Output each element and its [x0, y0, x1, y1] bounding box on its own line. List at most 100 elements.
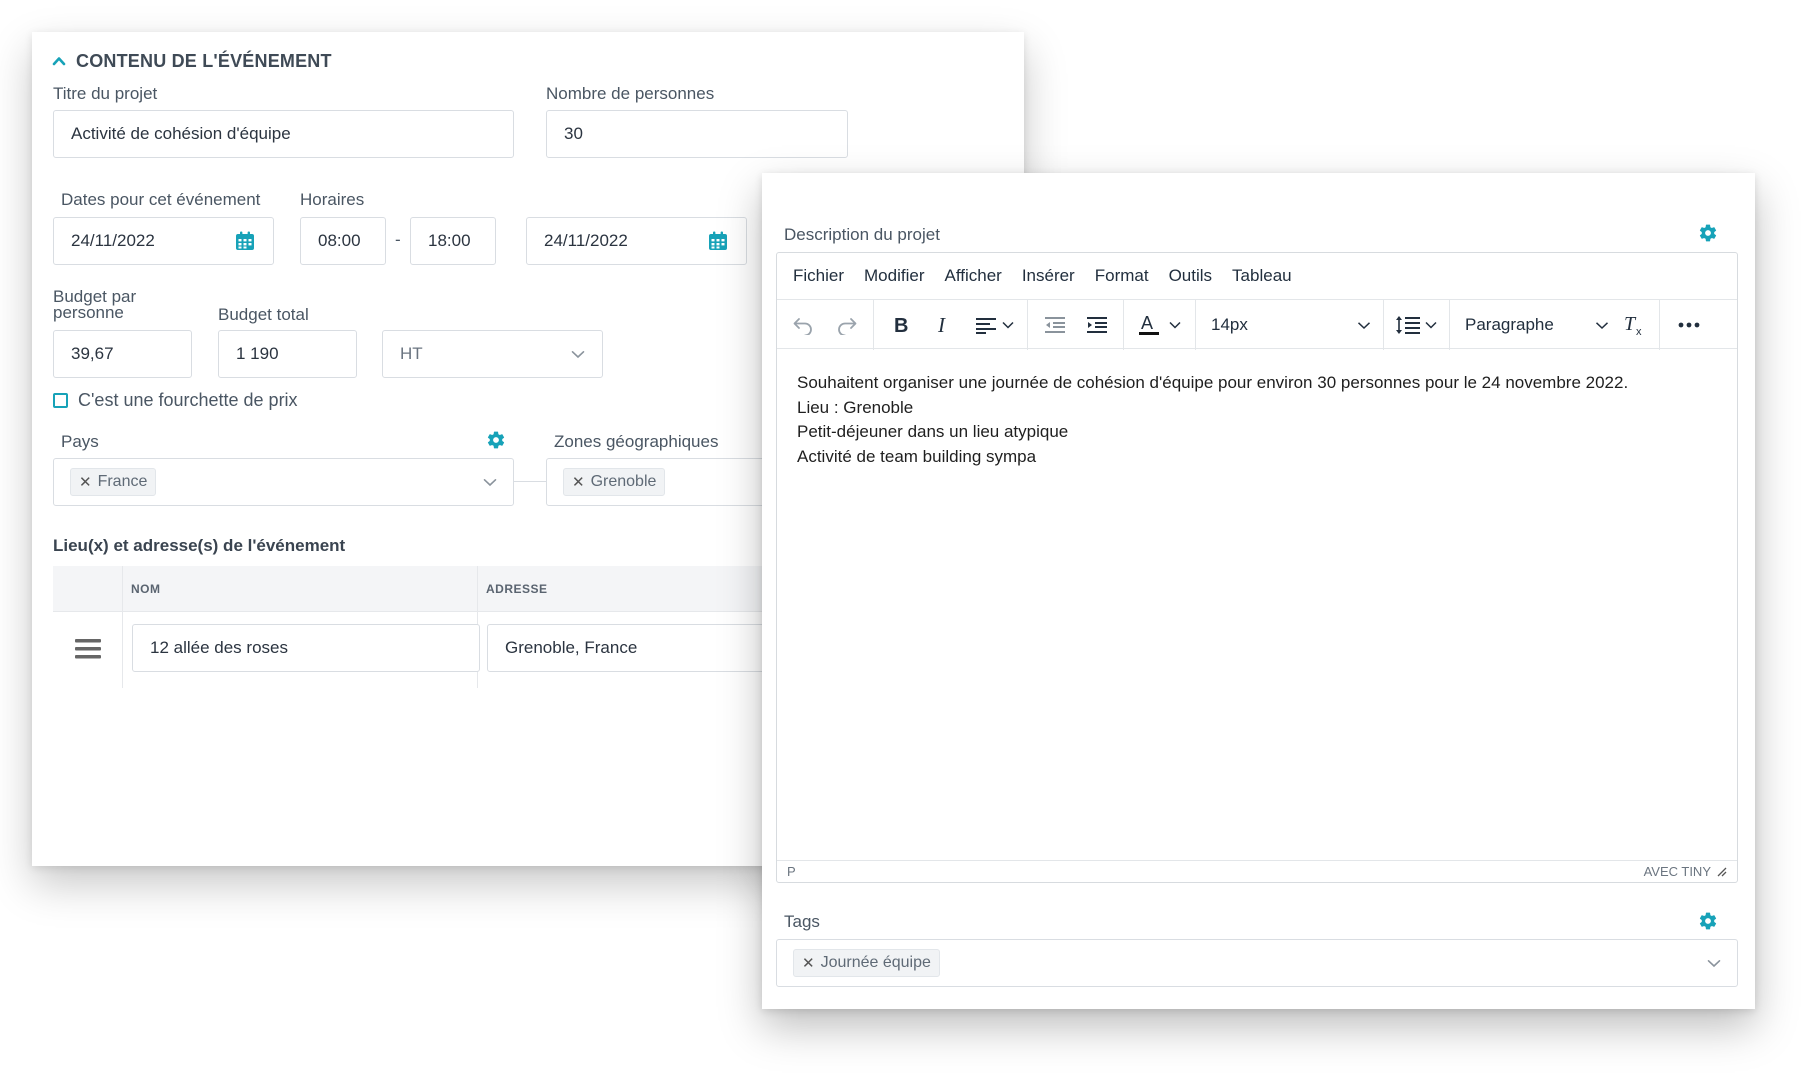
budget-total-value: 1 190: [236, 344, 279, 363]
people-input[interactable]: 30: [546, 110, 848, 158]
col-name-header: NOM: [131, 582, 161, 596]
price-range-checkbox-row[interactable]: C'est une fourchette de prix: [53, 390, 298, 411]
drag-handle-icon[interactable]: [75, 638, 101, 660]
project-title-value: Activité de cohésion d'équipe: [71, 124, 291, 143]
gear-icon[interactable]: [1698, 911, 1718, 931]
toolbar-divider: [1383, 300, 1384, 350]
toolbar-divider: [1195, 300, 1196, 350]
indent-button[interactable]: [1077, 300, 1117, 350]
description-panel: Description du projet Fichier Modifier A…: [762, 173, 1755, 1009]
menu-edit[interactable]: Modifier: [864, 266, 924, 286]
menu-tools[interactable]: Outils: [1169, 266, 1212, 286]
tax-mode-value: HT: [400, 344, 423, 363]
align-dropdown[interactable]: [967, 300, 1021, 350]
text-color-icon: A: [1139, 314, 1159, 335]
clear-format-button[interactable]: Tx: [1615, 300, 1653, 350]
chevron-up-icon[interactable]: [52, 54, 66, 68]
editor-toolbar: B I A 14px Paragraphe T x: [777, 299, 1737, 350]
venues-table-header: NOM ADRESSE: [53, 566, 793, 612]
clear-format-icon: Tx: [1624, 314, 1642, 336]
toolbar-divider: [1027, 300, 1028, 350]
section-title: CONTENU DE L'ÉVÉNEMENT: [76, 50, 332, 71]
toolbar-divider: [1659, 300, 1660, 350]
zone-tag-label: Grenoble: [590, 473, 657, 490]
end-time-input[interactable]: 18:00: [410, 217, 496, 265]
rich-text-editor: Fichier Modifier Afficher Insérer Format…: [776, 252, 1738, 883]
outdent-button[interactable]: [1035, 300, 1075, 350]
font-size-select[interactable]: 14px: [1211, 300, 1371, 350]
price-range-checkbox[interactable]: [53, 393, 68, 408]
tags-label: Tags: [784, 912, 820, 931]
line-height-dropdown[interactable]: [1389, 300, 1443, 350]
close-icon[interactable]: ✕: [802, 954, 815, 972]
country-tag: ✕ France: [70, 468, 157, 496]
menu-insert[interactable]: Insérer: [1022, 266, 1075, 286]
toolbar-divider: [1123, 300, 1124, 350]
content-line: Lieu : Grenoble: [797, 397, 914, 417]
price-range-label: C'est une fourchette de prix: [78, 390, 298, 410]
description-label: Description du projet: [784, 225, 940, 244]
country-tag-label: France: [97, 473, 148, 490]
start-time-value: 08:00: [318, 231, 361, 250]
venue-name-value: 12 allée des roses: [150, 638, 288, 657]
redo-button[interactable]: [827, 300, 867, 350]
budget-person-value: 39,67: [71, 344, 114, 363]
text-color-dropdown[interactable]: A: [1129, 300, 1189, 350]
connector-line: [514, 481, 546, 482]
end-date-input[interactable]: 24/11/2022: [526, 217, 747, 265]
svg-text:A: A: [1141, 314, 1153, 333]
tags-select[interactable]: ✕ Journée équipe: [776, 939, 1738, 987]
project-title-label: Titre du projet: [53, 84, 158, 103]
venue-name-input[interactable]: 12 allée des roses: [132, 624, 480, 672]
tag-chip: ✕ Journée équipe: [793, 949, 940, 977]
tax-mode-select[interactable]: HT: [382, 330, 603, 378]
chevron-down-icon: [1707, 959, 1721, 967]
more-button[interactable]: [1667, 300, 1711, 350]
italic-button[interactable]: I: [923, 300, 963, 350]
calendar-icon[interactable]: [234, 230, 256, 252]
content-line: Activité de team building sympa: [797, 446, 1037, 466]
resize-handle-icon[interactable]: [1717, 867, 1727, 877]
people-label: Nombre de personnes: [546, 84, 715, 103]
more-icon: [1678, 322, 1700, 328]
chevron-down-icon: [1595, 321, 1609, 329]
table-row: 12 allée des roses Grenoble, France: [53, 612, 793, 688]
people-value: 30: [564, 124, 583, 143]
menu-table[interactable]: Tableau: [1232, 266, 1292, 286]
country-label: Pays: [61, 432, 99, 451]
block-format-select[interactable]: Paragraphe: [1465, 300, 1609, 350]
toolbar-divider: [873, 300, 874, 350]
menu-view[interactable]: Afficher: [944, 266, 1001, 286]
undo-icon: [793, 318, 812, 335]
gear-icon[interactable]: [1698, 223, 1718, 243]
undo-button[interactable]: [783, 300, 823, 350]
font-size-value: 14px: [1211, 315, 1248, 334]
start-time-input[interactable]: 08:00: [300, 217, 386, 265]
svg-text:x: x: [1636, 326, 1642, 336]
section-header[interactable]: CONTENU DE L'ÉVÉNEMENT: [52, 46, 332, 76]
gear-icon[interactable]: [486, 430, 506, 450]
project-title-input[interactable]: Activité de cohésion d'équipe: [53, 110, 514, 158]
close-icon[interactable]: ✕: [572, 473, 585, 491]
start-date-input[interactable]: 24/11/2022: [53, 217, 274, 265]
budget-total-input[interactable]: 1 190: [218, 330, 357, 378]
line-height-icon: [1396, 316, 1420, 334]
toolbar-divider: [1449, 300, 1450, 350]
zone-tag: ✕ Grenoble: [563, 468, 666, 496]
venue-address-input[interactable]: Grenoble, France: [487, 624, 787, 672]
close-icon[interactable]: ✕: [79, 473, 92, 491]
calendar-icon[interactable]: [707, 230, 729, 252]
element-path[interactable]: P: [787, 864, 796, 879]
venues-title: Lieu(x) et adresse(s) de l'événement: [53, 536, 346, 555]
content-line: Souhaitent organiser une journée de cohé…: [797, 373, 1629, 392]
country-select[interactable]: ✕ France: [53, 458, 514, 506]
hours-label: Horaires: [300, 190, 365, 209]
outdent-icon: [1045, 317, 1065, 333]
bold-button[interactable]: B: [881, 300, 921, 350]
editor-content[interactable]: Souhaitent organiser une journée de cohé…: [797, 371, 1717, 469]
powered-by-label[interactable]: AVEC TINY: [1644, 864, 1711, 879]
dates-label: Dates pour cet événement: [61, 190, 261, 209]
budget-person-input[interactable]: 39,67: [53, 330, 192, 378]
menu-file[interactable]: Fichier: [793, 266, 844, 286]
menu-format[interactable]: Format: [1095, 266, 1149, 286]
